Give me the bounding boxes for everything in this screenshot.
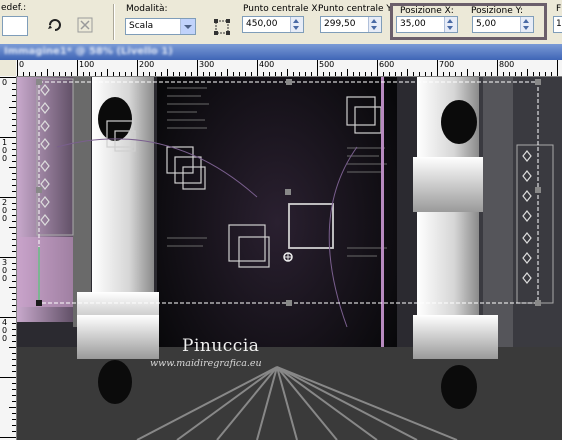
mode-value: Scala (129, 21, 154, 31)
position-y-input[interactable]: 5,00 (472, 16, 534, 33)
ruler-label: 3 0 0 (2, 258, 8, 283)
left-ruler[interactable]: 0 1 0 0 2 0 0 3 0 0 4 0 0 (0, 76, 17, 440)
position-x-spinner[interactable] (444, 17, 457, 32)
artwork (17, 77, 562, 440)
preset-label: edef.: (1, 3, 27, 13)
ruler-label: 600 (379, 60, 395, 69)
ruler-label: 200 (139, 60, 155, 69)
website-text: www.maidiregrafica.eu (150, 358, 262, 369)
tool-options-bar: edef.: Modalità: Scala Punto centrale X:… (0, 0, 562, 45)
top-ruler[interactable]: 0 100 200 300 400 500 600 700 800 (16, 60, 562, 77)
ruler-label: 0 (2, 78, 8, 87)
ruler-label: 700 (439, 60, 455, 69)
toolbar-separator (113, 4, 115, 40)
image-canvas[interactable]: Pinuccia www.maidiregrafica.eu (17, 77, 562, 440)
position-y-spinner[interactable] (520, 17, 533, 32)
transform-handle-icon (214, 19, 230, 35)
cancel-icon (77, 17, 93, 33)
ruler-label: 400 (259, 60, 275, 69)
ruler-label: 2 0 0 (2, 198, 8, 223)
center-y-label: Punto centrale Y: (318, 4, 394, 14)
ruler-label: 100 (79, 60, 95, 69)
position-x-input[interactable]: 35,00 (396, 16, 458, 33)
mode-select[interactable]: Scala (125, 18, 196, 35)
reset-arrow-icon (48, 19, 61, 31)
center-y-input[interactable]: 299,50 (320, 16, 382, 33)
partial-input[interactable]: 1 (553, 16, 562, 33)
center-x-spinner[interactable] (290, 17, 303, 32)
document-title-bar[interactable]: Immagine1* @ 58% (Livello 1) (0, 44, 562, 60)
document-title: Immagine1* @ 58% (Livello 1) (4, 46, 173, 57)
position-y-label: Posizione Y: (471, 6, 523, 16)
ruler-label: 4 0 0 (2, 318, 8, 343)
ruler-label: 300 (199, 60, 215, 69)
center-y-value: 299,50 (324, 19, 356, 29)
chevron-down-icon[interactable] (180, 19, 195, 34)
center-y-spinner[interactable] (368, 17, 381, 32)
ruler-label: 1 0 0 (2, 138, 8, 163)
ruler-corner (0, 60, 16, 76)
partial-value: 1 (556, 19, 562, 29)
ruler-label: 500 (319, 60, 335, 69)
partial-label: F (556, 4, 562, 14)
center-x-value: 450,00 (246, 19, 278, 29)
mode-label: Modalità: (126, 4, 168, 14)
position-x-value: 35,00 (400, 19, 426, 29)
position-x-label: Posizione X: (400, 6, 454, 16)
signature-text: Pinuccia (182, 336, 260, 356)
center-x-input[interactable]: 450,00 (242, 16, 304, 33)
position-y-value: 5,00 (476, 19, 497, 29)
reset-button[interactable] (44, 14, 66, 36)
center-x-label: Punto centrale X: (243, 4, 321, 14)
top-ruler-ticks (17, 60, 558, 76)
transform-mode-button[interactable] (211, 16, 233, 38)
ruler-label: 0 (19, 60, 25, 69)
ruler-label: 800 (499, 60, 515, 69)
cancel-transform-button[interactable] (74, 14, 96, 36)
preset-dropdown-button[interactable] (2, 16, 28, 36)
